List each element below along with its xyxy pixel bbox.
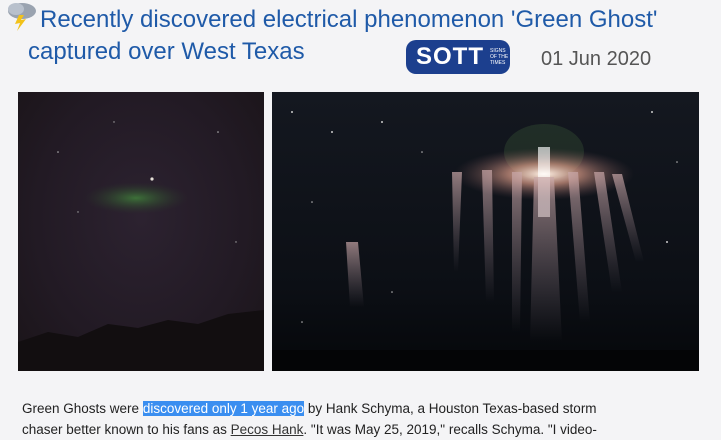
green-ghost-image [18,121,264,371]
storm-cloud-icon [8,3,36,31]
text-segment: Green Ghosts were [22,401,143,416]
sott-logo[interactable]: SOTT SIGNS OF THE TIMES [406,40,510,74]
text-segment: chaser better known to his fans as [22,422,231,437]
pecos-hank-link[interactable]: Pecos Hank [231,422,304,437]
publish-date: 01 Jun 2020 [541,48,652,70]
text-segment: by Hank Schyma, a Houston Texas-based st… [304,401,597,416]
red-sprite-image [272,111,699,371]
article-line-2: chaser better known to his fans as Pecos… [22,419,712,440]
selected-text[interactable]: discovered only 1 year ago [142,401,305,416]
red-sprite-photo [272,92,699,371]
article-text: Green Ghosts were discovered only 1 year… [22,398,712,440]
title-line-1: Recently discovered electrical phenomeno… [40,6,658,33]
text-segment: . "It was May 25, 2019," recalls Schyma.… [303,422,597,437]
article-line-1: Green Ghosts were discovered only 1 year… [22,398,712,419]
green-ghost-photo [18,92,264,371]
sott-logo-text: SOTT [416,43,484,70]
sott-logo-subtitle: SIGNS OF THE TIMES [490,48,509,66]
